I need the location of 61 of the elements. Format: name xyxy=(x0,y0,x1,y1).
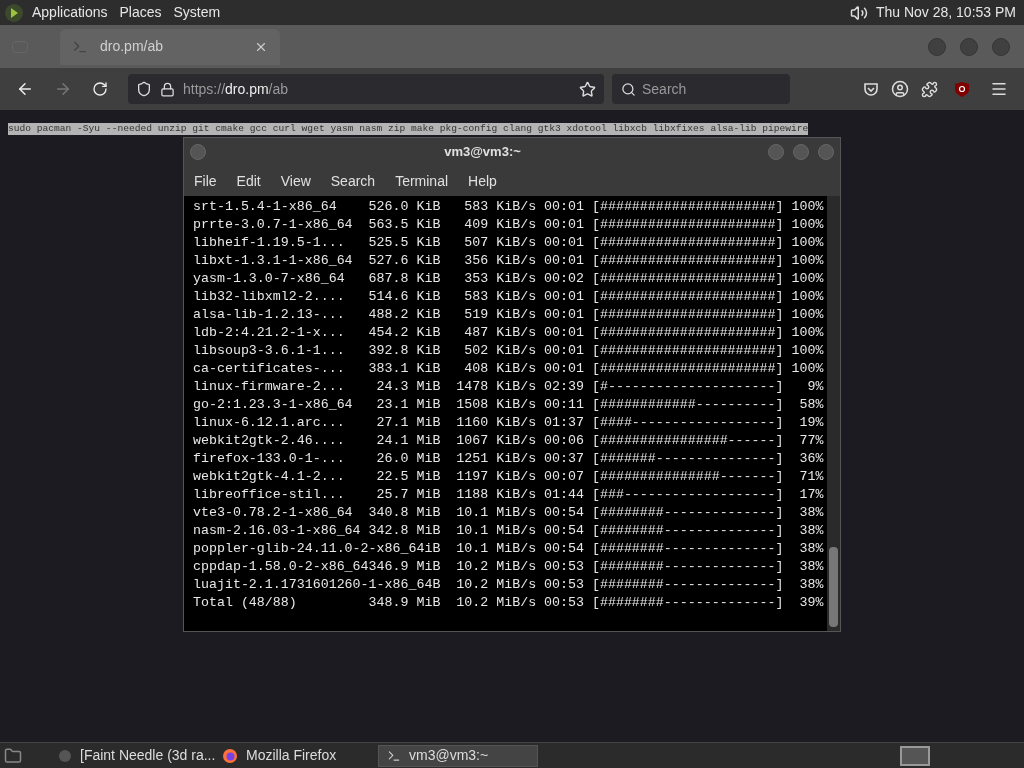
output-line: lib32-libxml2-2.... 514.6 KiB 583 KiB/s 00:01 [######################] 100% xyxy=(193,288,824,306)
output-line: libsoup3-3.6.1-1... 392.8 KiB 502 KiB/s 00:01 [######################] 100% xyxy=(193,342,824,360)
panel-menu[interactable]: Places xyxy=(119,2,162,23)
output-line: ca-certificates-... 383.1 KiB 408 KiB/s 00:01 [######################] 100% xyxy=(193,360,824,378)
bookmark-star-icon[interactable] xyxy=(579,80,596,98)
terminal-menu-item[interactable]: Help xyxy=(468,170,497,192)
output-line: libheif-1.19.5-1... 525.5 KiB 507 KiB/s 00:01 [######################] 100% xyxy=(193,234,824,252)
output-line: vte3-0.78.2-1-x86_64 340.8 MiB 10.1 MiB/s 00:54 [########--------------] 38% xyxy=(193,504,824,522)
lock-icon xyxy=(160,81,175,97)
selected-command-text: sudo pacman -Syu --needed unzip git cmake gcc curl wget yasm nasm zip make pkg-config clang gtk3 xdotool libxcb libxfixes alsa-lib pipewire xyxy=(8,123,809,135)
menu-icon[interactable] xyxy=(990,80,1008,98)
scrollbar[interactable] xyxy=(827,196,840,631)
clock: Thu Nov 28, 10:53 PM xyxy=(875,3,1016,22)
output-line: ldb-2:4.21.2-1-x... 454.2 KiB 487 KiB/s 00:01 [######################] 100% xyxy=(193,324,824,342)
taskbar-item[interactable]: vm3@vm3:~ xyxy=(378,744,538,767)
panel-menu[interactable]: Applications xyxy=(32,2,108,23)
output-line: firefox-133.0-1-... 26.0 MiB 1251 KiB/s 00:37 [#######---------------] 36% xyxy=(193,450,824,468)
logo-icon xyxy=(4,2,24,23)
terminal-menu-item[interactable]: Edit xyxy=(236,170,261,192)
search-icon xyxy=(621,82,636,97)
terminal-icon xyxy=(387,748,401,763)
terminal-menu-item[interactable]: File xyxy=(194,170,217,192)
output-line: luajit-2.1.1731601260-1-x86_64B 10.2 MiB/s 00:53 [########--------------] 38% xyxy=(193,576,824,594)
extensions-icon[interactable] xyxy=(921,80,938,98)
taskbar-item[interactable]: Mozilla Firefox xyxy=(214,744,374,767)
url-text: https://dro.pm/ab xyxy=(183,79,290,99)
terminal-menu-item[interactable]: Search xyxy=(330,170,376,192)
back-icon[interactable] xyxy=(16,80,34,98)
output-line: webkit2gtk-4.1-2... 22.5 MiB 1197 KiB/s 00:07 [###############-------] 71% xyxy=(193,468,824,486)
output-line: yasm-1.3.0-7-x86_64 687.8 KiB 353 KiB/s 00:02 [######################] 100% xyxy=(193,270,824,288)
search-field[interactable]: Search xyxy=(612,74,790,104)
workspace-switcher[interactable] xyxy=(900,745,930,766)
output-line: cppdap-1.58.0-2-x86_64346.9 MiB 10.2 MiB/s 00:53 [########--------------] 38% xyxy=(193,558,824,576)
panel-menu[interactable]: System xyxy=(173,2,221,23)
pocket-icon[interactable] xyxy=(863,81,879,97)
url-field[interactable]: https://dro.pm/ab xyxy=(128,74,604,104)
output-line: libxt-1.3.1-1-x86_64 527.6 KiB 356 KiB/s 00:01 [######################] 100% xyxy=(193,252,824,270)
window-icon xyxy=(58,748,72,763)
output-line: linux-6.12.1.arc... 27.1 MiB 1160 KiB/s 01:37 [####------------------] 19% xyxy=(193,414,824,432)
shield-badge-icon[interactable] xyxy=(954,80,970,98)
terminal-title: vm3@vm3:~ xyxy=(443,143,522,162)
output-line: nasm-2.16.03-1-x86_64 342.8 MiB 10.1 MiB/s 00:54 [########--------------] 38% xyxy=(193,522,824,540)
output-line: alsa-lib-1.2.13-... 488.2 KiB 519 KiB/s 00:01 [######################] 100% xyxy=(193,306,824,324)
account-icon[interactable] xyxy=(891,80,909,98)
output-line: prrte-3.0.7-1-x86_64 563.5 KiB 409 KiB/s 00:01 [######################] 100% xyxy=(193,216,824,234)
output-line: libreoffice-stil... 25.7 MiB 1188 KiB/s 01:44 [###-------------------] 17% xyxy=(193,486,824,504)
output-line: linux-firmware-2... 24.3 MiB 1478 KiB/s 02:39 [#---------------------] 9% xyxy=(193,378,824,396)
terminal-menu-item[interactable]: View xyxy=(280,170,311,192)
show-desktop-icon[interactable] xyxy=(4,746,22,765)
output-line: webkit2gtk-2.46.... 24.1 MiB 1067 KiB/s 00:06 [################------] 77% xyxy=(193,432,824,450)
scrollbar-thumb[interactable] xyxy=(829,547,838,627)
reload-icon[interactable] xyxy=(92,81,108,97)
output-line: Total (48/88) 348.9 MiB 10.2 MiB/s 00:53 [########--------------] 39% xyxy=(193,594,824,612)
output-line: poppler-glib-24.11.0-2-x86_64iB 10.1 MiB/s 00:54 [########--------------] 38% xyxy=(193,540,824,558)
terminal-menu-item[interactable]: Terminal xyxy=(395,170,449,192)
volume-icon[interactable] xyxy=(849,3,868,22)
output-line: go-2:1.23.3-1-x86_64 23.1 MiB 1508 KiB/s 00:11 [############----------] 58% xyxy=(193,396,824,414)
browser-tab[interactable]: dro.pm/ab xyxy=(60,28,280,65)
firefox-icon xyxy=(222,747,238,764)
output-line: srt-1.5.4-1-x86_64 526.0 KiB 583 KiB/s 00:01 [######################] 100% xyxy=(193,198,824,216)
shield-icon xyxy=(136,81,152,97)
